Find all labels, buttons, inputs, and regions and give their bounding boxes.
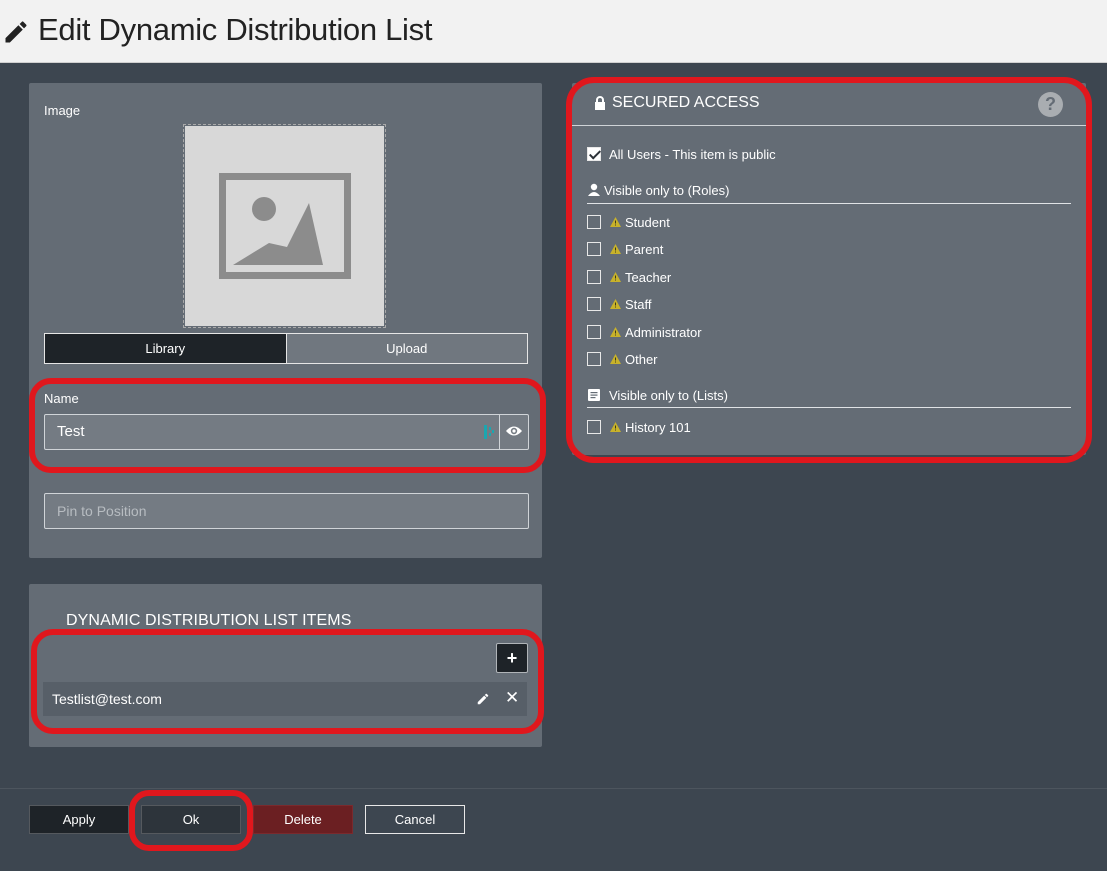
lists-heading: Visible only to (Lists) — [609, 388, 728, 403]
lock-icon — [595, 96, 605, 110]
warning-icon — [610, 422, 621, 432]
name-value: Test — [57, 423, 85, 440]
image-placeholder-icon — [219, 173, 351, 279]
footer-divider — [0, 788, 1107, 789]
pin-to-position-input[interactable]: Pin to Position — [44, 493, 529, 529]
pencil-icon — [5, 21, 27, 43]
warning-icon — [610, 354, 621, 364]
tab-upload[interactable]: Upload — [285, 334, 527, 363]
list-label-history-101: History 101 — [625, 420, 691, 435]
remove-item-icon[interactable]: ✕ — [505, 688, 519, 708]
apply-button[interactable]: Apply — [29, 805, 129, 834]
all-users-label: All Users - This item is public — [609, 147, 776, 162]
role-label-teacher: Teacher — [625, 270, 672, 285]
image-preview[interactable] — [183, 124, 386, 328]
user-icon — [588, 183, 600, 196]
warning-icon — [610, 327, 621, 337]
warning-icon — [610, 244, 621, 254]
list-item[interactable]: Testlist@test.com ✕ — [43, 682, 527, 716]
help-icon[interactable]: ? — [1038, 92, 1063, 117]
warning-icon — [610, 299, 621, 309]
page-title: Edit Dynamic Distribution List — [38, 12, 433, 47]
add-item-button[interactable]: + — [496, 643, 528, 673]
role-checkbox-other[interactable] — [587, 352, 601, 366]
items-title: DYNAMIC DISTRIBUTION LIST ITEMS — [66, 612, 352, 629]
tab-library[interactable]: Library — [45, 334, 286, 363]
eye-icon[interactable] — [505, 424, 523, 438]
roles-divider — [587, 203, 1071, 204]
role-checkbox-staff[interactable] — [587, 297, 601, 311]
secured-access-header: SECURED ACCESS ? — [572, 83, 1086, 126]
role-checkbox-teacher[interactable] — [587, 270, 601, 284]
edit-icon[interactable] — [476, 692, 490, 706]
role-label-administrator: Administrator — [625, 325, 702, 340]
page-header: Edit Dynamic Distribution List — [0, 0, 1107, 63]
ok-button[interactable]: Ok — [141, 805, 241, 834]
secured-access-title: SECURED ACCESS — [612, 94, 760, 111]
lists-divider — [587, 407, 1071, 408]
role-label-student: Student — [625, 215, 670, 230]
translate-icon[interactable] — [483, 424, 495, 440]
role-label-other: Other — [625, 352, 658, 367]
role-checkbox-parent[interactable] — [587, 242, 601, 256]
role-label-staff: Staff — [625, 297, 652, 312]
role-checkbox-administrator[interactable] — [587, 325, 601, 339]
name-field[interactable]: Test — [44, 414, 529, 450]
items-panel — [29, 584, 542, 747]
roles-heading: Visible only to (Roles) — [604, 183, 730, 198]
image-source-tabs: Library Upload — [44, 333, 528, 364]
delete-button[interactable]: Delete — [253, 805, 353, 834]
warning-icon — [610, 272, 621, 282]
pin-placeholder: Pin to Position — [57, 503, 147, 519]
cancel-button[interactable]: Cancel — [365, 805, 465, 834]
list-icon — [588, 389, 600, 401]
field-divider — [499, 415, 500, 449]
image-label: Image — [44, 103, 81, 118]
warning-icon — [610, 217, 621, 227]
name-label: Name — [44, 391, 79, 406]
all-users-checkbox[interactable] — [587, 147, 601, 161]
role-label-parent: Parent — [625, 242, 664, 257]
item-email: Testlist@test.com — [52, 691, 162, 707]
role-checkbox-student[interactable] — [587, 215, 601, 229]
list-checkbox-history-101[interactable] — [587, 420, 601, 434]
